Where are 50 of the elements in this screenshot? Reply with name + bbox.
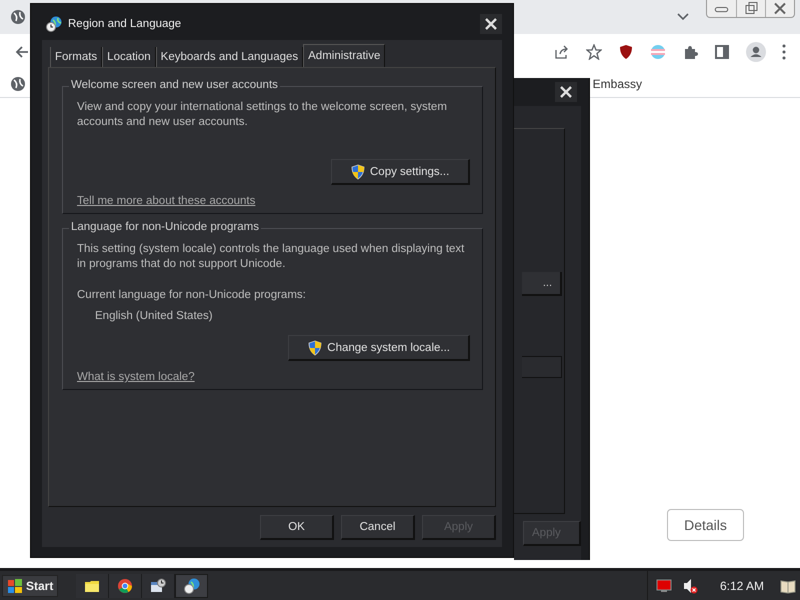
taskbar-button[interactable] [76,574,110,598]
avatar-icon[interactable] [746,42,766,62]
uac-button[interactable]: Change system locale... [288,335,470,361]
notes-icon[interactable] [780,578,796,594]
side-panel-icon[interactable] [714,44,730,60]
help-link[interactable]: Tell me more about these accounts [77,195,256,207]
globe-clock-icon [46,16,62,32]
tab[interactable]: Keyboards and Languages [156,47,304,67]
dialog-button[interactable]: Cancel [341,514,415,540]
input-field[interactable] [522,356,562,378]
label-text: Current language for non-Unicode programs: [77,289,307,301]
start-button[interactable]: Start [2,574,58,596]
tab[interactable]: Administrative [303,44,386,67]
clock-time[interactable]: 6:12 AM [720,578,764,592]
shield-icon[interactable] [618,44,634,60]
window-title: Region and Language [68,18,182,30]
chrome-icon [117,578,134,594]
four-squares-icon [7,578,23,594]
globe-icon[interactable] [10,76,26,92]
details-button[interactable]: Details [667,509,744,541]
globe-clock-icon [184,578,200,594]
group-title: Language for non-Unicode programs [69,221,261,233]
dialog-button[interactable]: ... [522,272,562,296]
close-icon[interactable] [555,82,577,102]
description-text: This setting (system locale) controls the language used when displaying text in programs that do not support Unicode. [77,242,466,272]
globe-icon[interactable] [10,9,26,25]
description-text: View and copy your international settings to the welcome screen, system accounts and new user accounts. [77,100,448,130]
share-icon[interactable] [554,44,570,60]
star-icon[interactable] [586,44,602,60]
back-arrow-icon[interactable] [14,44,30,60]
group-title: Welcome screen and new user accounts [69,79,280,91]
tab[interactable]: Location [102,47,156,67]
dialog-button[interactable]: OK [260,514,334,540]
help-link[interactable]: What is system locale? [77,371,195,383]
close-icon[interactable] [480,14,502,34]
taskbar-button[interactable] [175,574,208,598]
taskbar-button[interactable] [142,574,176,598]
shield-icon [350,164,366,180]
uac-button[interactable]: Copy settings... [331,159,470,185]
chevron-down-icon[interactable] [677,13,689,21]
calendar-clock-icon [150,578,166,594]
puzzle-icon[interactable] [682,44,698,60]
value-text: English (United States) [95,310,214,322]
tab[interactable]: Formats [50,47,102,67]
muted-speaker-icon[interactable] [682,578,698,594]
bookmark-link[interactable]: Embassy [592,76,642,90]
menu-icon[interactable] [782,44,786,60]
monitor-icon[interactable] [656,578,672,594]
taskbar-button[interactable] [109,574,142,598]
shield-icon [307,340,324,356]
